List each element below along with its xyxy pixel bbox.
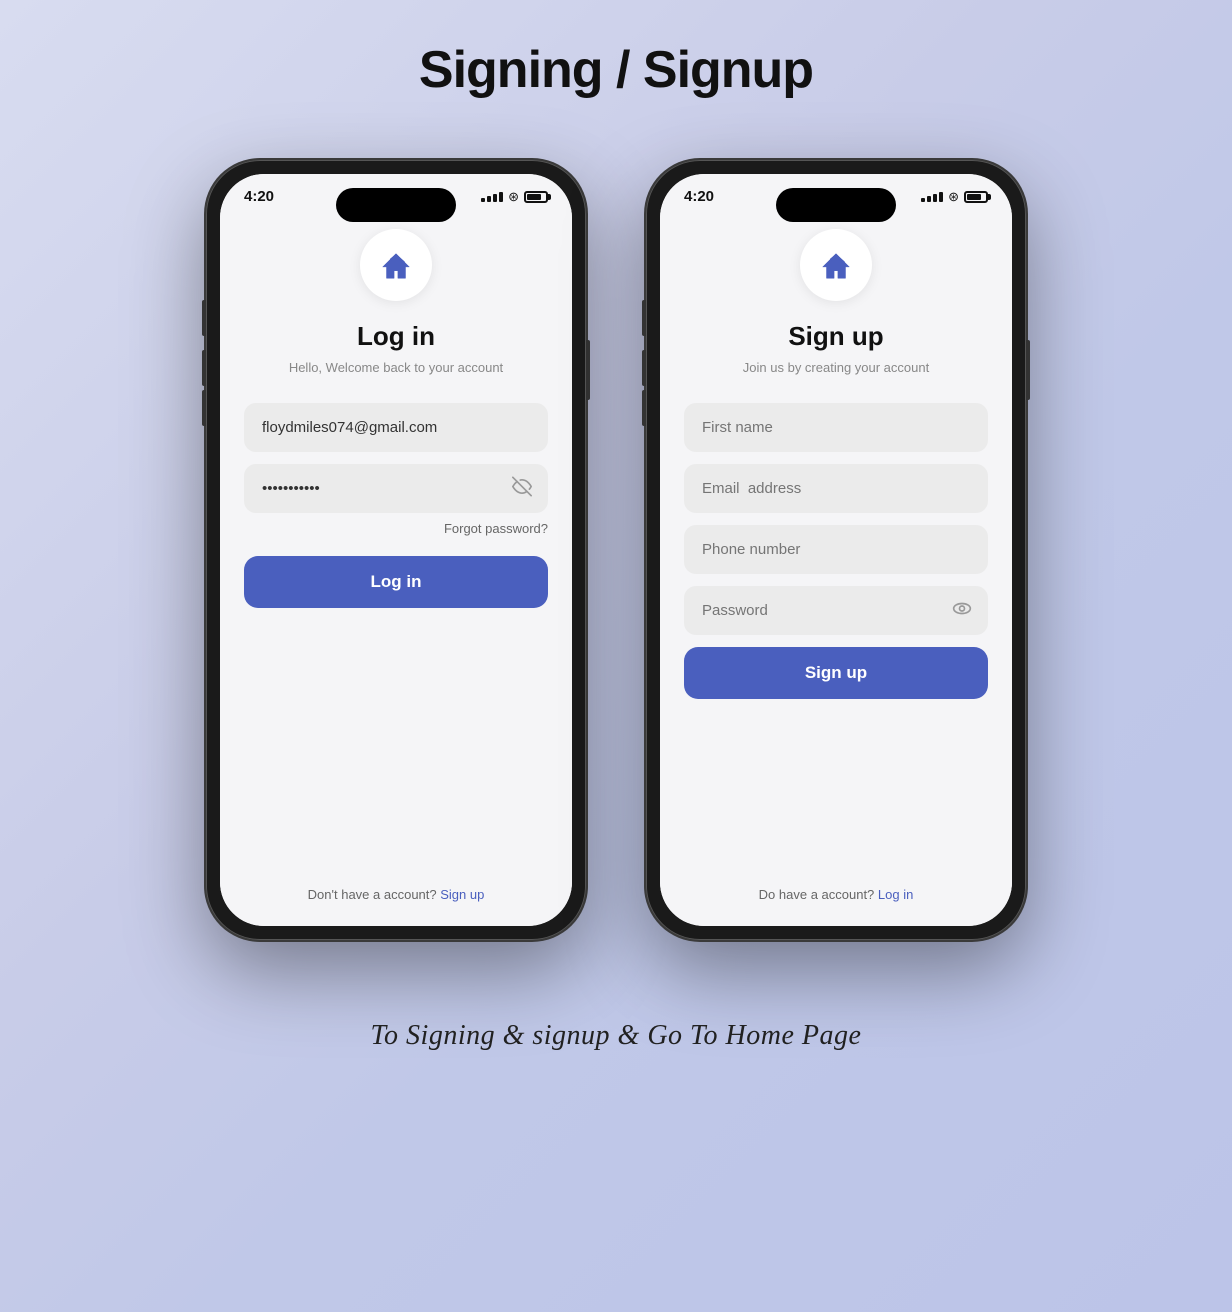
signup-phone-input[interactable] [684,525,988,574]
eye-slash-icon[interactable] [512,476,532,501]
signup-button[interactable]: Sign up [684,647,988,699]
login-password-wrapper [244,464,548,513]
signup-logo-circle [800,229,872,301]
login-dynamic-island [336,188,456,222]
page-title: Signing / Signup [419,40,813,100]
battery-icon [524,191,548,203]
signup-screen-content: Sign up Join us by creating your account [660,209,1012,926]
login-bottom-link: Don't have a account? Sign up [308,871,485,902]
signup-phone-wrapper [684,525,988,574]
signup-title: Sign up [788,321,883,352]
login-signup-link[interactable]: Sign up [440,887,484,902]
signup-phone-frame: 4:20 ⊛ [646,160,1026,940]
login-email-wrapper [244,403,548,452]
signup-signal-icon [921,192,943,202]
login-password-input[interactable] [244,464,548,513]
forgot-password-link[interactable]: Forgot password? [444,521,548,536]
login-phone-frame: 4:20 ⊛ [206,160,586,940]
signup-email-wrapper [684,464,988,513]
signup-wifi-icon: ⊛ [948,189,959,205]
login-subtitle: Hello, Welcome back to your account [289,360,503,375]
login-title: Log in [357,321,435,352]
phones-container: 4:20 ⊛ [206,160,1026,940]
signup-eye-icon[interactable] [952,598,972,623]
signup-password-wrapper [684,586,988,635]
login-phone-screen: 4:20 ⊛ [220,174,572,926]
login-status-icons: ⊛ [481,189,548,205]
signup-dynamic-island [776,188,896,222]
signup-bottom-link: Do have a account? Log in [759,871,914,902]
login-button[interactable]: Log in [244,556,548,608]
signal-icon [481,192,503,202]
wifi-icon: ⊛ [508,189,519,205]
login-house-icon [377,246,415,284]
signup-subtitle: Join us by creating your account [743,360,929,375]
signup-status-icons: ⊛ [921,189,988,205]
signup-status-time: 4:20 [684,188,714,205]
login-logo-circle [360,229,432,301]
signup-firstname-input[interactable] [684,403,988,452]
login-screen-content: Log in Hello, Welcome back to your accou… [220,209,572,926]
login-status-time: 4:20 [244,188,274,205]
signup-house-icon [817,246,855,284]
signup-battery-icon [964,191,988,203]
signup-phone-screen: 4:20 ⊛ [660,174,1012,926]
signup-bottom-text: Do have a account? [759,887,875,902]
signup-password-input[interactable] [684,586,988,635]
signup-email-input[interactable] [684,464,988,513]
login-bottom-text: Don't have a account? [308,887,437,902]
footer-text: To Signing & signup & Go To Home Page [371,1020,862,1052]
login-email-input[interactable] [244,403,548,452]
signup-firstname-wrapper [684,403,988,452]
signup-login-link[interactable]: Log in [878,887,913,902]
